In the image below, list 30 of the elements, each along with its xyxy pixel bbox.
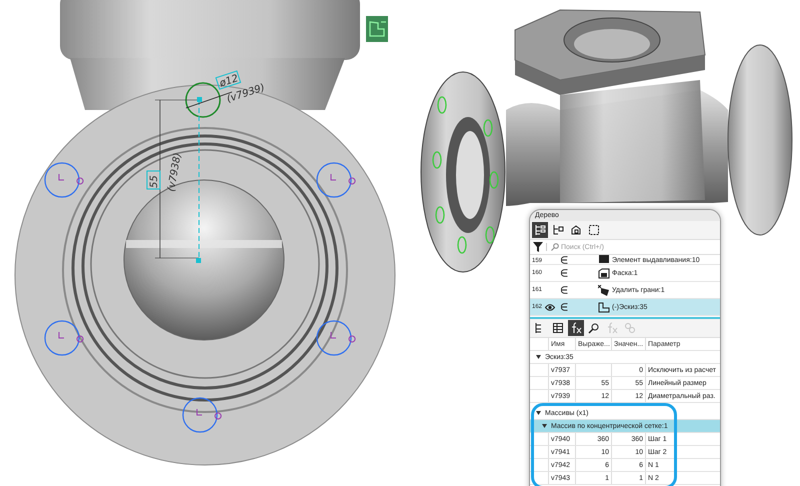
tree-view-button[interactable]: [532, 222, 548, 238]
select-icon: [588, 224, 600, 236]
extrude-icon: [598, 255, 610, 264]
sketch-icon: [598, 302, 610, 312]
collapse-icon[interactable]: [542, 424, 547, 428]
search-icon: [588, 322, 600, 334]
element-of-icon: [561, 269, 568, 277]
filter-icon[interactable]: [533, 242, 543, 252]
function-button[interactable]: [568, 320, 584, 336]
eye-icon[interactable]: [545, 304, 555, 310]
structure-icon: [552, 224, 564, 236]
element-of-icon: [561, 256, 568, 264]
function-icon: [570, 322, 582, 334]
element-of-icon: [561, 303, 568, 311]
table-view-button[interactable]: [550, 320, 566, 336]
table-icon: [552, 322, 564, 334]
parts-icon: [570, 224, 582, 236]
delete-face-icon: [598, 284, 610, 296]
element-of-icon: [561, 286, 568, 294]
chamfer-icon: [598, 268, 610, 278]
sketch-icon[interactable]: [366, 16, 388, 42]
collapse-icon[interactable]: [536, 355, 541, 359]
search-icon: [551, 243, 559, 251]
dimension-variable: (v7938): [166, 152, 184, 193]
link-icon: [624, 322, 636, 334]
function-icon: [606, 322, 618, 334]
tree-icon: [534, 224, 546, 236]
dimension-value[interactable]: 55: [146, 170, 160, 190]
collapse-icon[interactable]: [536, 411, 541, 415]
select-view-button[interactable]: [586, 222, 602, 238]
